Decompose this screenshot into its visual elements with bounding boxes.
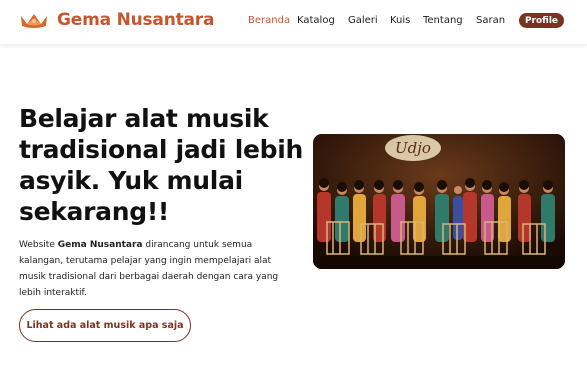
explore-instruments-button[interactable]: Lihat ada alat musik apa saja (19, 309, 191, 342)
nav-item-kuis[interactable]: Kuis (390, 15, 410, 26)
hero-title: Belajar alat musik tradisional jadi lebi… (19, 103, 304, 227)
nav-item-saran[interactable]: Saran (476, 15, 505, 26)
desc-text: kalangan, terutama pelajar yang ingin me… (19, 256, 272, 266)
hero-title-line: tradisional jadi lebih (19, 135, 303, 164)
navbar: Gema Nusantara Beranda Katalog Galeri Ku… (0, 0, 587, 44)
nav-item-galeri[interactable]: Galeri (348, 15, 378, 26)
angklung-photo-illustration: Udjo (313, 134, 565, 269)
nav-item-beranda[interactable]: Beranda (248, 15, 290, 26)
banner-text: Udjo (395, 139, 431, 157)
desc-text: dirancang untuk semua (142, 240, 253, 250)
brand[interactable]: Gema Nusantara (19, 10, 214, 30)
nav-item-tentang[interactable]: Tentang (423, 15, 463, 26)
gong-flame-icon (21, 14, 47, 28)
nav-item-katalog[interactable]: Katalog (297, 15, 335, 26)
profile-button[interactable]: Profile (519, 13, 564, 28)
desc-text: musik tradisional dari berbagai daerah d… (19, 272, 279, 282)
hero-description: Website Gema Nusantara dirancang untuk s… (19, 237, 299, 301)
desc-text: Website (19, 240, 58, 250)
brand-name: Gema Nusantara (57, 10, 215, 30)
hero-title-line: asyik. Yuk mulai (19, 166, 243, 195)
angklung-performance-photo: Udjo (313, 134, 565, 269)
desc-brand: Gema Nusantara (57, 240, 143, 250)
hero-title-line: sekarang!! (19, 197, 170, 226)
desc-text: lebih interaktif. (19, 288, 87, 298)
hero-title-line: Belajar alat musik (19, 104, 269, 133)
